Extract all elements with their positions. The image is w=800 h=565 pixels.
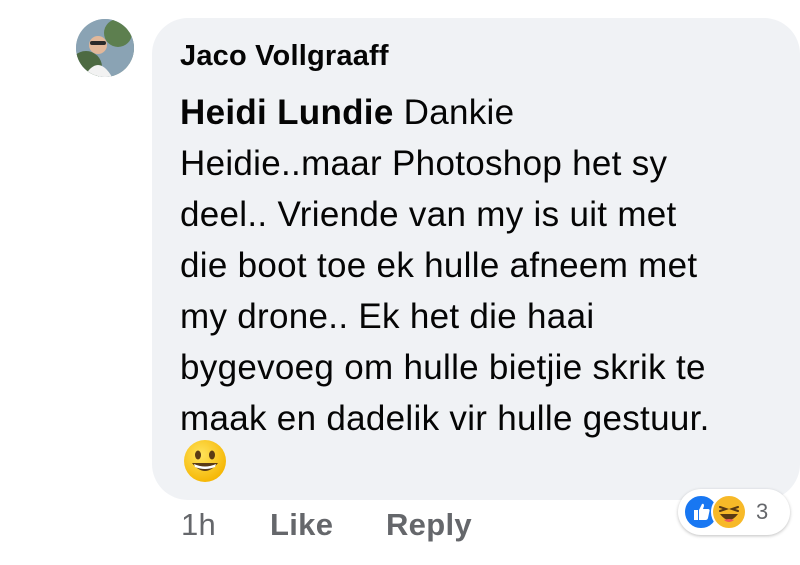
comment-text-line: deel.. Vriende van my is uit met [180,195,677,234]
author-avatar[interactable] [76,19,134,77]
grinning-face-icon [184,440,226,482]
comment-text: Heidi Lundie Dankie Heidie..maar Photosh… [180,87,780,444]
comment-text-line: Dankie [393,93,515,132]
comment-author[interactable]: Jaco Vollgraaff [180,40,389,73]
avatar-photo-icon [76,19,134,77]
comment-text-line: maak en dadelik vir hulle gestuur. [180,399,710,438]
comment-text-line: die boot toe ek hulle afneem met [180,246,698,285]
haha-icon [711,494,747,530]
comment-text-line: bygevoeg om hulle bietjie skrik te [180,348,706,387]
comment-first-line: Heidi Lundie Dankie [180,87,780,138]
reaction-count: 3 [756,499,769,524]
like-button[interactable]: Like [270,507,333,543]
comment-text-line: my drone.. Ek het die haai [180,297,595,336]
comment-text-line: Heidie..maar Photoshop het sy [180,144,668,183]
reply-button[interactable]: Reply [386,507,472,543]
reaction-summary[interactable]: 3 [678,489,790,535]
timestamp-link[interactable]: 1h [181,507,216,543]
mention-link[interactable]: Heidi Lundie [180,93,394,132]
